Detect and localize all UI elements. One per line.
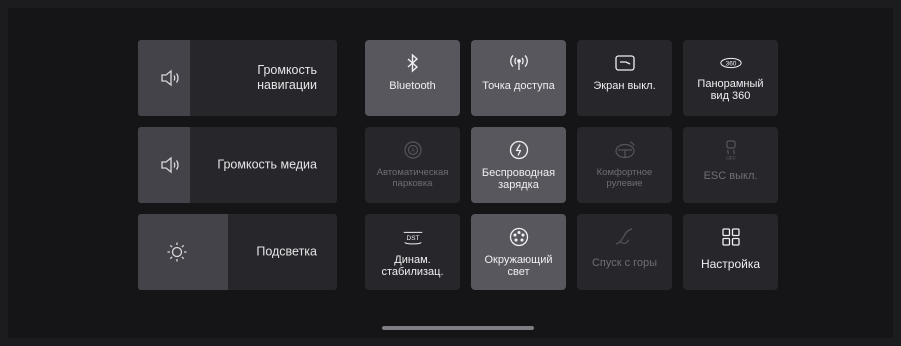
svg-text:A: A (410, 148, 414, 154)
hotspot-label: Точка доступа (482, 80, 555, 92)
esc-off-icon: OFF (719, 139, 743, 161)
hotspot-toggle[interactable]: Точка доступа (471, 40, 566, 116)
settings-button[interactable]: Настройка (683, 214, 778, 290)
media-volume-label: Громкость медиа (217, 157, 317, 172)
steering-icon (613, 139, 637, 161)
ambient-light-icon (507, 226, 531, 248)
settings-label: Настройка (700, 257, 761, 271)
wireless-charging-label: Беспроводная зарядка (481, 167, 556, 191)
hill-descent-label: Спуск с горы (591, 257, 658, 269)
wireless-charging-icon (507, 139, 531, 161)
hill-descent-icon (613, 226, 637, 248)
dst-icon: DST (401, 226, 425, 248)
svg-text:360: 360 (725, 60, 736, 67)
navigation-volume-slider[interactable]: Громкость навигации (138, 40, 337, 116)
comfort-steering-button[interactable]: Комфортное рулевие (577, 127, 672, 203)
media-volume-slider[interactable]: Громкость медиа (138, 127, 337, 203)
360-view-icon: 360 (719, 52, 743, 74)
comfort-steering-label: Комфортное рулевие (596, 167, 653, 189)
bluetooth-toggle[interactable]: Bluetooth (365, 40, 460, 116)
hill-descent-button[interactable]: Спуск с горы (577, 214, 672, 290)
backlight-label: Подсветка (256, 244, 317, 259)
dynamic-stabilization-label: Динам. стабилизац. (381, 254, 444, 278)
home-indicator[interactable] (382, 326, 534, 330)
screen-off-icon (613, 52, 637, 74)
svg-text:OFF: OFF (726, 156, 736, 161)
speaker-icon (157, 152, 183, 178)
bluetooth-label: Bluetooth (389, 80, 436, 92)
esc-off-button[interactable]: OFF ESC выкл. (683, 127, 778, 203)
panoramic-360-label: Панорамный вид 360 (697, 78, 764, 102)
svg-text:DST: DST (406, 235, 419, 242)
auto-parking-icon: A (401, 139, 425, 161)
grid-icon (719, 226, 743, 248)
navigation-volume-label: Громкость навигации (257, 63, 317, 92)
speaker-icon (157, 65, 183, 91)
backlight-slider[interactable]: Подсветка (138, 214, 337, 290)
sun-icon (164, 239, 190, 265)
hotspot-icon (507, 52, 531, 74)
bluetooth-icon (401, 52, 425, 74)
panoramic-360-button[interactable]: 360 Панорамный вид 360 (683, 40, 778, 116)
ambient-light-label: Окружающий свет (484, 254, 553, 278)
control-center-panel: Громкость навигации Громкость медиа Подс… (8, 8, 893, 338)
screen-off-label: Экран выкл. (593, 80, 656, 92)
ambient-light-toggle[interactable]: Окружающий свет (471, 214, 566, 290)
wireless-charging-toggle[interactable]: Беспроводная зарядка (471, 127, 566, 203)
auto-parking-button[interactable]: A Автоматическая парковка (365, 127, 460, 203)
esc-off-label: ESC выкл. (703, 170, 758, 182)
dynamic-stabilization-button[interactable]: DST Динам. стабилизац. (365, 214, 460, 290)
screen-off-button[interactable]: Экран выкл. (577, 40, 672, 116)
auto-parking-label: Автоматическая парковка (376, 167, 449, 189)
